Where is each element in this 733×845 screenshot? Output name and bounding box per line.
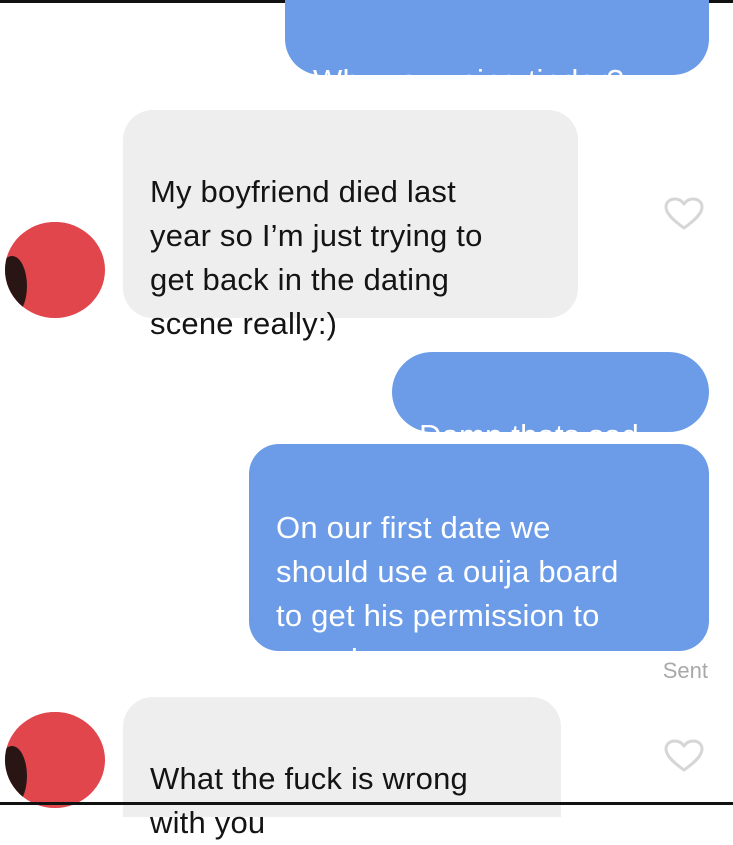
- message-sent-1[interactable]: Why you using tinder?: [285, 0, 709, 98]
- message-received-1[interactable]: My boyfriend died last year so I’m just …: [123, 110, 578, 341]
- heart-icon[interactable]: [664, 739, 704, 773]
- message-text: Why you using tinder?: [313, 63, 624, 98]
- message-received-2[interactable]: What the fuck is wrong with you: [123, 697, 561, 840]
- message-text: My boyfriend died last year so I’m just …: [150, 174, 483, 341]
- match-avatar[interactable]: [5, 222, 105, 318]
- heart-icon[interactable]: [664, 197, 704, 231]
- avatar-redaction: [31, 712, 75, 732]
- match-avatar[interactable]: [5, 712, 105, 808]
- avatar-redaction: [31, 222, 75, 242]
- avatar-shadow: [5, 746, 27, 806]
- message-text: On our first date we should use a ouija …: [276, 510, 619, 677]
- sent-status: Sent: [662, 658, 708, 683]
- avatar-shadow: [5, 256, 27, 316]
- message-sent-2[interactable]: Damn thats sad: [392, 352, 709, 453]
- message-text: What the fuck is wrong with you: [150, 761, 468, 840]
- message-sent-3[interactable]: On our first date we should use a ouija …: [249, 444, 709, 677]
